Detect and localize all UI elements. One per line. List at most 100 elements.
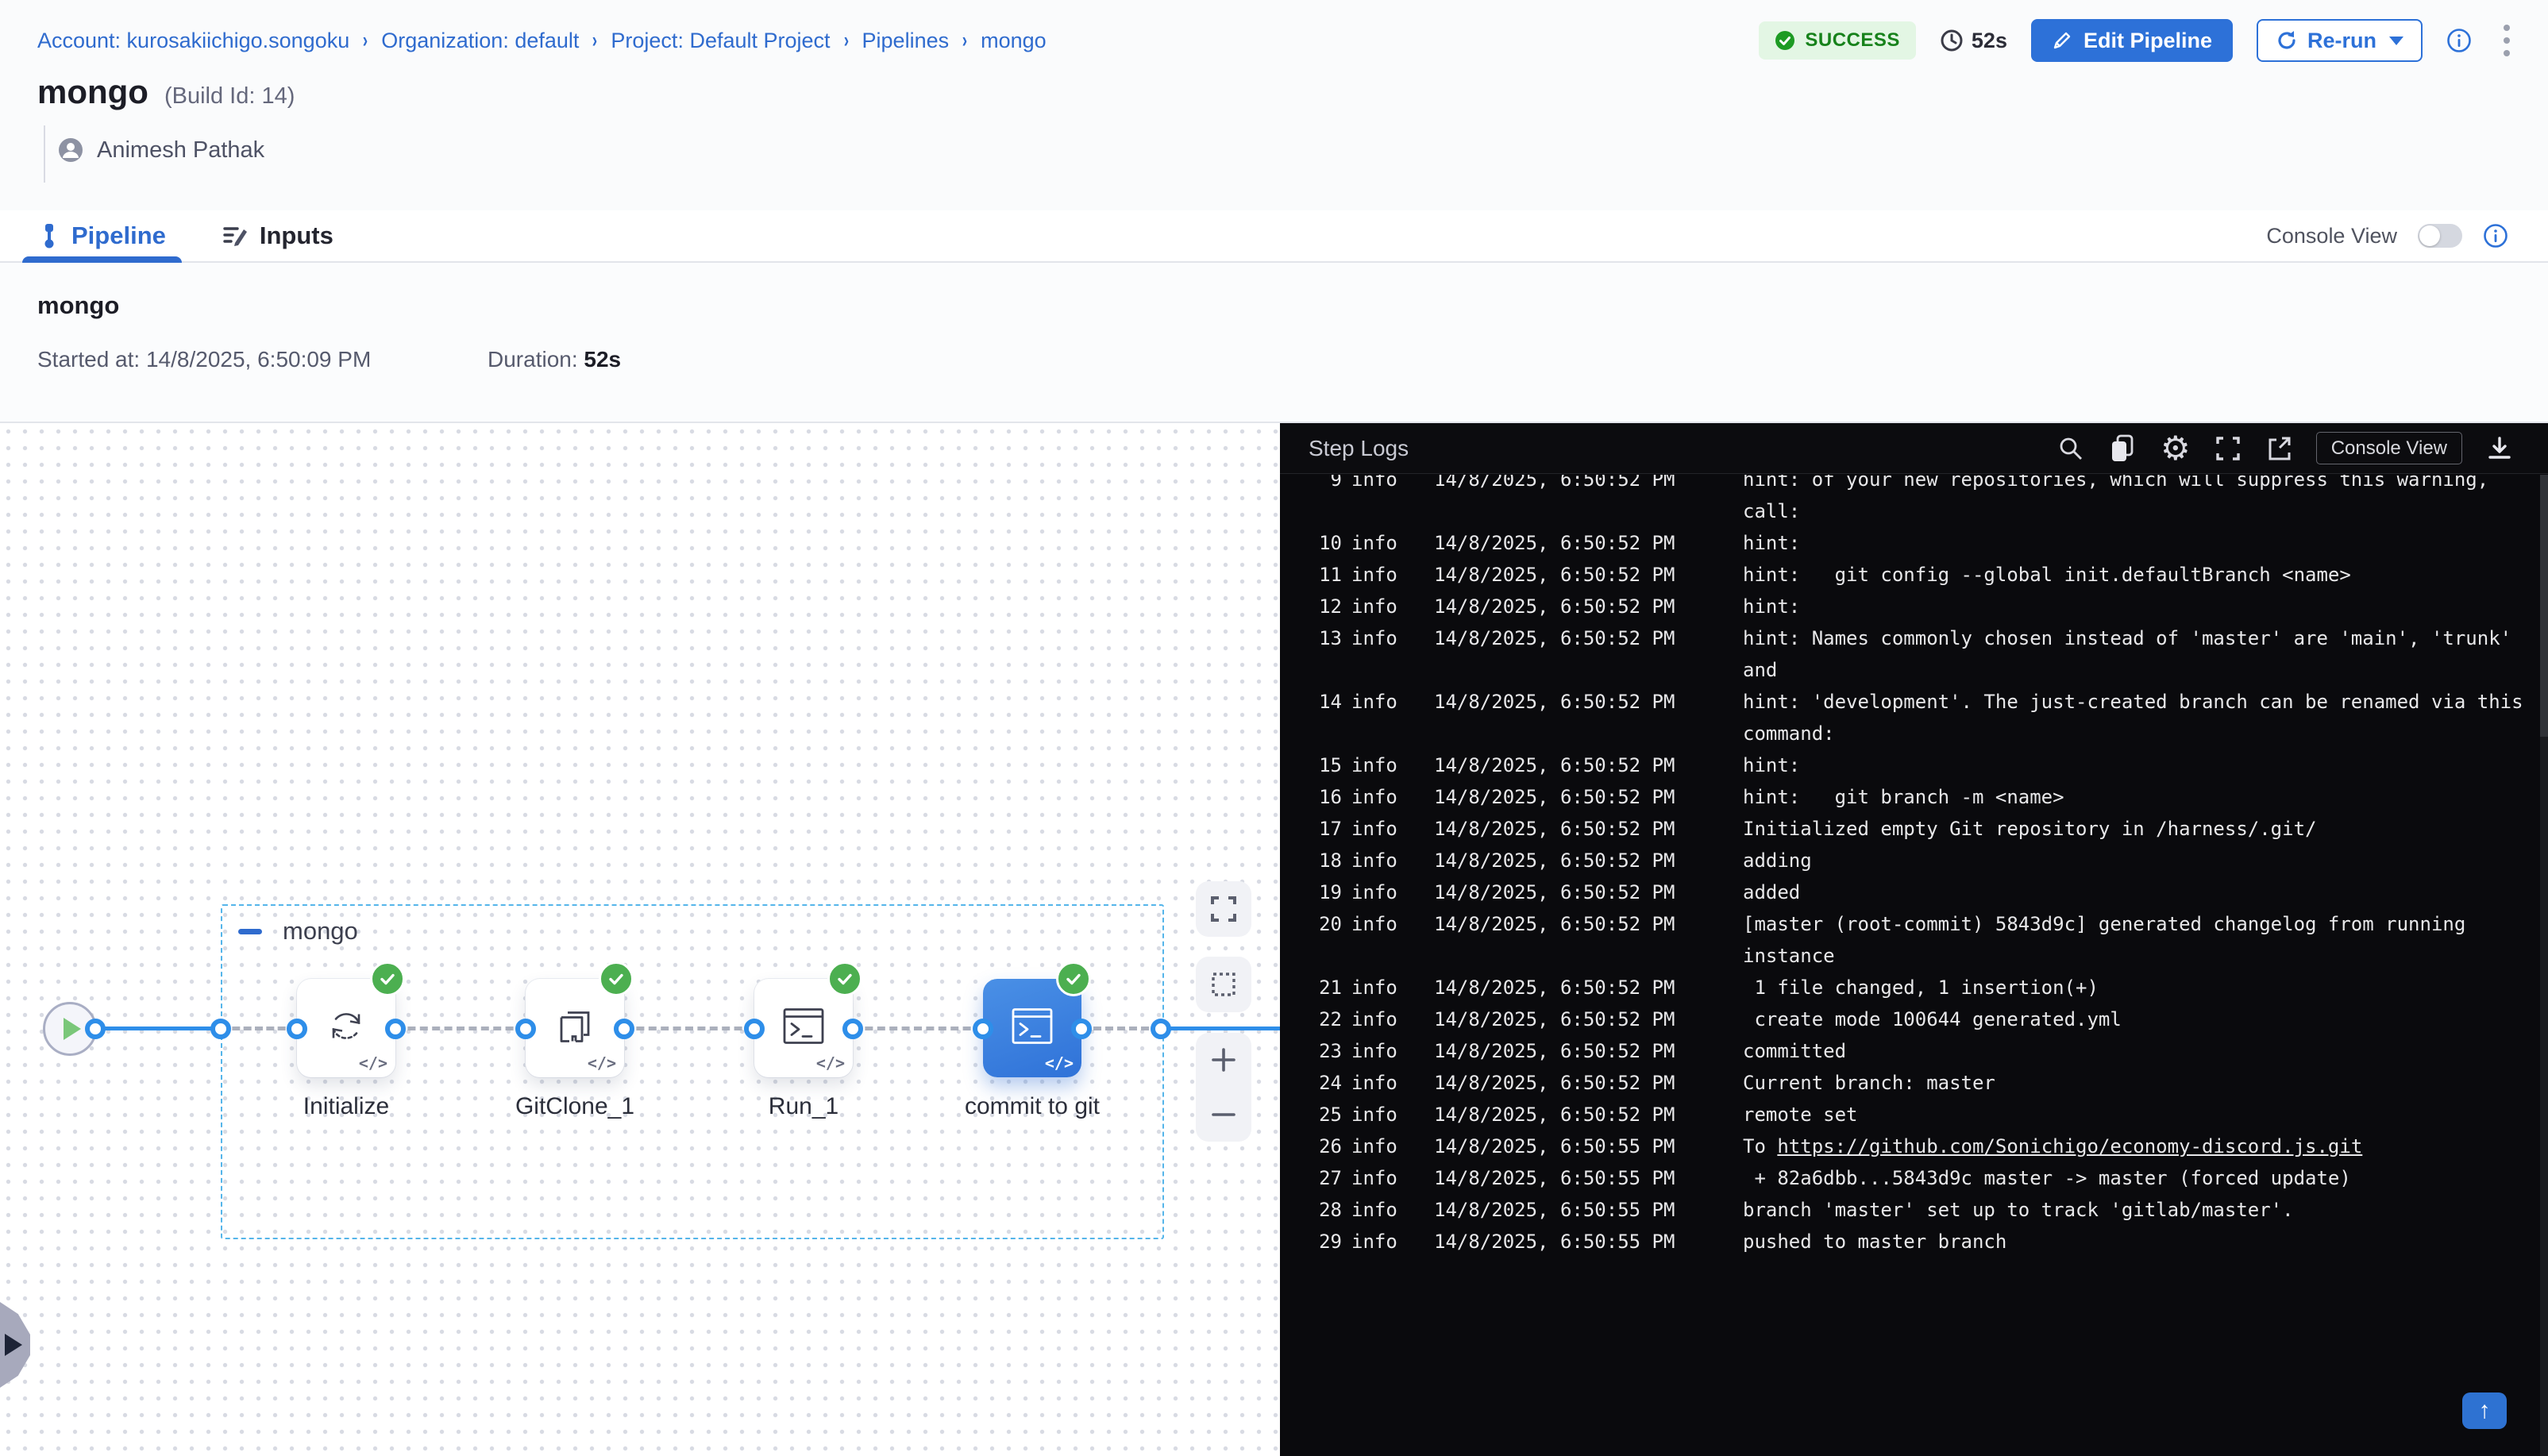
breadcrumb-account[interactable]: Account: kurosakiichigo.songoku <box>37 29 349 53</box>
log-row-12: 12info14/8/2025, 6:50:52 PMhint: <box>1280 591 2548 622</box>
pipeline-node-commit-to-git[interactable]: </> <box>983 979 1081 1077</box>
pipeline-node-initialize[interactable]: </> <box>297 979 395 1077</box>
search-logs-icon[interactable] <box>2057 435 2084 462</box>
step-logs-panel: Step Logs ⚙ Console View <box>1280 423 2548 1456</box>
log-message: hint: <box>1743 527 2529 559</box>
log-message: remote set <box>1743 1099 2529 1131</box>
collapse-stage-icon[interactable] <box>238 929 262 934</box>
expand-left-panel-handle[interactable] <box>0 1302 30 1388</box>
code-glyph: </> <box>588 1053 616 1073</box>
run-duration-value: 52s <box>584 347 621 372</box>
zoom-in-button[interactable] <box>1196 1036 1251 1084</box>
log-line-number: 21 <box>1309 972 1342 1003</box>
node-port[interactable] <box>1151 1019 1171 1039</box>
breadcrumb-current-pipeline[interactable]: mongo <box>981 29 1047 53</box>
tab-pipeline[interactable]: Pipeline <box>33 210 171 261</box>
log-row-25: 25info14/8/2025, 6:50:52 PMremote set <box>1280 1099 2548 1131</box>
author-row: Animesh Pathak <box>57 137 264 164</box>
node-port[interactable] <box>744 1019 765 1039</box>
duration-value: 52s <box>1972 29 2007 53</box>
log-level: info <box>1351 749 1434 781</box>
log-message: hint: git config --global init.defaultBr… <box>1743 559 2529 591</box>
pipeline-node-gitclone_1[interactable]: </> <box>526 979 624 1077</box>
log-timestamp: 14/8/2025, 6:50:52 PM <box>1434 1099 1743 1131</box>
log-timestamp: 14/8/2025, 6:50:55 PM <box>1434 1226 1743 1258</box>
code-glyph: </> <box>359 1053 387 1073</box>
log-level: info <box>1351 908 1434 940</box>
log-level: info <box>1351 1003 1434 1035</box>
breadcrumb-separator: › <box>843 29 848 53</box>
run-summary: mongo Started at: 14/8/2025, 6:50:09 PM … <box>0 263 2548 423</box>
log-row-23: 23info14/8/2025, 6:50:52 PMcommitted <box>1280 1035 2548 1067</box>
log-level: info <box>1351 813 1434 845</box>
more-options-kebab-icon[interactable] <box>2496 20 2518 61</box>
toggle-knob <box>2419 225 2440 246</box>
log-settings-gear-icon[interactable]: ⚙ <box>2161 432 2191 465</box>
node-label: commit to git <box>913 1093 1151 1120</box>
pipeline-icon <box>38 223 60 248</box>
log-scrollbar[interactable] <box>2540 475 2548 1456</box>
scroll-to-top-button[interactable]: ↑ <box>2462 1392 2507 1429</box>
download-logs-icon[interactable] <box>2486 435 2513 462</box>
log-timestamp: 14/8/2025, 6:50:52 PM <box>1434 1003 1743 1035</box>
fullscreen-logs-icon[interactable] <box>2215 435 2242 462</box>
copy-logs-icon[interactable] <box>2108 433 2137 464</box>
node-label: GitClone_1 <box>456 1093 694 1120</box>
marquee-select-button[interactable] <box>1196 957 1251 1012</box>
user-avatar-icon <box>57 137 84 164</box>
duration-indicator: 52s <box>1940 29 2007 53</box>
pipeline-edge <box>1081 1027 1161 1030</box>
log-message: Current branch: master <box>1743 1067 2529 1099</box>
log-level: info <box>1351 475 1434 495</box>
pipeline-edge <box>221 1027 297 1030</box>
log-message: hint: <box>1743 591 2529 622</box>
log-level: info <box>1351 622 1434 654</box>
log-level: info <box>1351 1226 1434 1258</box>
console-view-button[interactable]: Console View <box>2316 432 2462 464</box>
console-view-info-icon[interactable] <box>2483 223 2508 248</box>
node-port[interactable] <box>614 1019 634 1039</box>
log-line-number: 17 <box>1309 813 1342 845</box>
pipeline-canvas[interactable]: mongo </>Initialize </>GitClone_1 </>Run… <box>0 423 1280 1456</box>
pipeline-node-run_1[interactable]: </> <box>754 979 853 1077</box>
breadcrumb-project[interactable]: Project: Default Project <box>611 29 830 53</box>
rerun-button[interactable]: Re-run <box>2257 19 2423 62</box>
console-view-toggle[interactable] <box>2418 224 2462 248</box>
node-port[interactable] <box>385 1019 406 1039</box>
breadcrumb-pipelines[interactable]: Pipelines <box>862 29 950 53</box>
breadcrumb-organization[interactable]: Organization: default <box>381 29 579 53</box>
log-scroll-thumb[interactable] <box>2540 475 2548 737</box>
edit-pipeline-button[interactable]: Edit Pipeline <box>2031 19 2233 62</box>
info-icon[interactable] <box>2446 28 2472 53</box>
node-port[interactable] <box>85 1019 106 1039</box>
tab-pipeline-label: Pipeline <box>71 221 166 250</box>
node-port[interactable] <box>842 1019 863 1039</box>
zoom-out-button[interactable] <box>1196 1091 1251 1138</box>
success-check-icon <box>1775 30 1795 51</box>
log-link[interactable]: https://github.com/Sonichigo/economy-dis… <box>1777 1135 2362 1157</box>
tabs: Pipeline Inputs <box>0 210 338 261</box>
log-body[interactable]: 9info14/8/2025, 6:50:52 PMhint: of your … <box>1280 475 2548 1456</box>
node-port[interactable] <box>973 1019 993 1039</box>
success-check-badge <box>1056 961 1091 996</box>
open-in-new-icon[interactable] <box>2265 435 2292 462</box>
fit-to-screen-button[interactable] <box>1196 881 1251 937</box>
node-port[interactable] <box>287 1019 307 1039</box>
pipeline-edge <box>624 1027 754 1030</box>
log-timestamp: 14/8/2025, 6:50:52 PM <box>1434 813 1743 845</box>
rerun-refresh-icon <box>2276 29 2298 52</box>
log-line-number: 15 <box>1309 749 1342 781</box>
log-line-number: 19 <box>1309 876 1342 908</box>
status-badge: SUCCESS <box>1759 21 1916 60</box>
node-port[interactable] <box>1071 1019 1092 1039</box>
log-line-number: 29 <box>1309 1226 1342 1258</box>
log-level: info <box>1351 686 1434 718</box>
top-actions: SUCCESS 52s Edit Pipeline Re-run <box>1759 19 2518 62</box>
node-port[interactable] <box>210 1019 231 1039</box>
log-row-10: 10info14/8/2025, 6:50:52 PMhint: <box>1280 527 2548 559</box>
node-port[interactable] <box>515 1019 536 1039</box>
tab-inputs[interactable]: Inputs <box>218 210 338 261</box>
log-line-number: 20 <box>1309 908 1342 940</box>
log-message: + 82a6dbb...5843d9c master -> master (fo… <box>1743 1162 2529 1194</box>
log-row-24: 24info14/8/2025, 6:50:52 PMCurrent branc… <box>1280 1067 2548 1099</box>
